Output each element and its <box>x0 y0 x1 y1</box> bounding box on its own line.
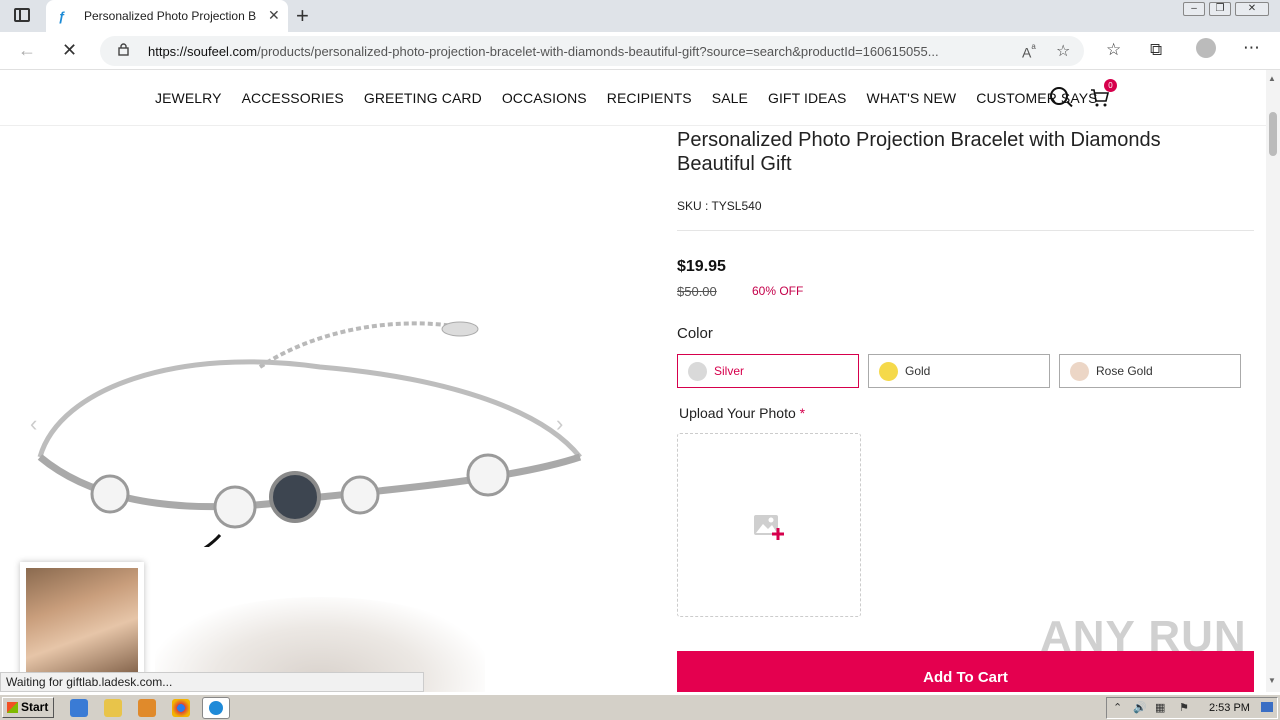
product-sku: SKU : TYSL540 <box>677 199 762 213</box>
system-tray: ⌃ 🔊 ▦ ⚑ 2:53 PM <box>1106 697 1278 719</box>
site-favicon-icon: ƒ <box>58 9 66 24</box>
upload-photo-label: Upload Your Photo * <box>679 405 805 421</box>
flag-icon[interactable]: ⚑ <box>1179 701 1189 714</box>
scroll-up-icon[interactable]: ▲ <box>1268 74 1276 83</box>
site-header: JEWELRY ACCESSORIES GREETING CARD OCCASI… <box>0 70 1268 126</box>
volume-icon[interactable]: 🔊 <box>1133 701 1147 714</box>
url-text: https://soufeel.com/products/personalize… <box>148 44 939 59</box>
add-favorite-icon[interactable]: ☆ <box>1056 41 1070 61</box>
tab-close-icon[interactable]: ✕ <box>268 7 280 24</box>
minimize-button[interactable]: – <box>1183 2 1205 16</box>
tab-actions-icon[interactable] <box>14 8 30 22</box>
browser-tab-active[interactable]: ƒ Personalized Photo Projection Br ✕ <box>46 0 288 32</box>
more-menu-icon[interactable]: ⋯ <box>1243 38 1260 58</box>
color-label: Color <box>677 325 713 342</box>
close-window-button[interactable]: ✕ <box>1235 2 1269 16</box>
windows-taskbar: Start ⌃ 🔊 ▦ ⚑ 2:53 PM <box>0 694 1280 720</box>
edge-taskbar-button[interactable] <box>202 697 230 719</box>
required-mark: * <box>799 405 806 421</box>
media-player-icon[interactable] <box>138 699 156 717</box>
color-option-silver[interactable]: Silver <box>677 354 859 388</box>
read-aloud-icon[interactable]: Aᵃ <box>1022 42 1036 61</box>
browser-tab-bar: ƒ Personalized Photo Projection Br ✕ + –… <box>0 0 1280 32</box>
restore-button[interactable]: ❐ <box>1209 2 1231 16</box>
scrollbar-thumb[interactable] <box>1269 112 1277 156</box>
main-menu: JEWELRY ACCESSORIES GREETING CARD OCCASI… <box>155 90 1118 106</box>
tab-title: Personalized Photo Projection Br <box>84 9 256 23</box>
tray-expand-icon[interactable]: ⌃ <box>1113 701 1122 714</box>
new-tab-button[interactable]: + <box>296 3 309 29</box>
back-button[interactable]: ← <box>18 40 36 61</box>
edge-icon <box>209 701 223 715</box>
gold-swatch-icon <box>879 362 898 381</box>
upload-label-text: Upload Your Photo <box>679 405 796 421</box>
page-scrollbar[interactable]: ▲ ▼ <box>1266 70 1280 692</box>
divider <box>677 230 1254 231</box>
menu-item-gift-ideas[interactable]: GIFT IDEAS <box>768 90 847 106</box>
color-option-gold[interactable]: Gold <box>868 354 1050 388</box>
add-image-icon <box>754 515 784 540</box>
chrome-icon[interactable] <box>172 699 190 717</box>
address-toolbar: ← ✕ https://soufeel.com/products/persona… <box>0 32 1280 70</box>
address-bar[interactable]: https://soufeel.com/products/personalize… <box>100 36 1084 66</box>
menu-item-recipients[interactable]: RECIPIENTS <box>607 90 692 106</box>
clock: 2:53 PM <box>1209 702 1250 714</box>
network-icon[interactable]: ▦ <box>1155 701 1165 714</box>
gallery-next-arrow-icon[interactable]: › <box>556 411 563 437</box>
menu-item-whats-new[interactable]: WHAT'S NEW <box>867 90 957 106</box>
rose-gold-swatch-icon <box>1070 362 1089 381</box>
explorer-icon[interactable] <box>104 699 122 717</box>
profile-avatar[interactable] <box>1196 38 1216 58</box>
couple-photo <box>26 568 138 678</box>
product-price: $19.95 <box>677 258 726 275</box>
product-gallery: ‹ › <box>0 127 640 692</box>
silver-swatch-icon <box>688 362 707 381</box>
search-icon[interactable] <box>1050 87 1068 105</box>
favorites-icon[interactable]: ☆ <box>1106 40 1121 60</box>
start-button[interactable]: Start <box>2 697 54 718</box>
bracelet-image <box>37 321 582 547</box>
menu-item-greeting-card[interactable]: GREETING CARD <box>364 90 482 106</box>
scroll-down-icon[interactable]: ▼ <box>1268 676 1276 685</box>
color-option-label: Silver <box>714 364 745 378</box>
watermark-logo: ANY RUN <box>1040 612 1247 661</box>
discount-badge: 60% OFF <box>752 284 804 298</box>
sample-photo-card <box>20 562 144 682</box>
original-price: $50.00 <box>677 284 717 299</box>
color-option-label: Rose Gold <box>1096 364 1153 378</box>
menu-item-jewelry[interactable]: JEWELRY <box>155 90 222 106</box>
cart-count-badge: 0 <box>1104 79 1117 92</box>
product-title: Personalized Photo Projection Bracelet w… <box>677 129 1161 175</box>
menu-item-customer-says[interactable]: CUSTOMER SAYS <box>976 90 1097 106</box>
menu-item-sale[interactable]: SALE <box>712 90 748 106</box>
color-option-label: Gold <box>905 364 931 378</box>
browser-status-bar: Waiting for giftlab.ladesk.com... <box>0 672 424 692</box>
menu-item-accessories[interactable]: ACCESSORIES <box>242 90 344 106</box>
menu-item-occasions[interactable]: OCCASIONS <box>502 90 587 106</box>
photo-upload-dropzone[interactable] <box>677 433 861 617</box>
show-desktop-icon[interactable] <box>1261 702 1273 712</box>
color-option-rose-gold[interactable]: Rose Gold <box>1059 354 1241 388</box>
ie-icon[interactable] <box>70 699 88 717</box>
collections-icon[interactable]: ⧉ <box>1150 40 1162 60</box>
stop-loading-button[interactable]: ✕ <box>62 40 77 61</box>
lock-icon <box>118 43 129 56</box>
